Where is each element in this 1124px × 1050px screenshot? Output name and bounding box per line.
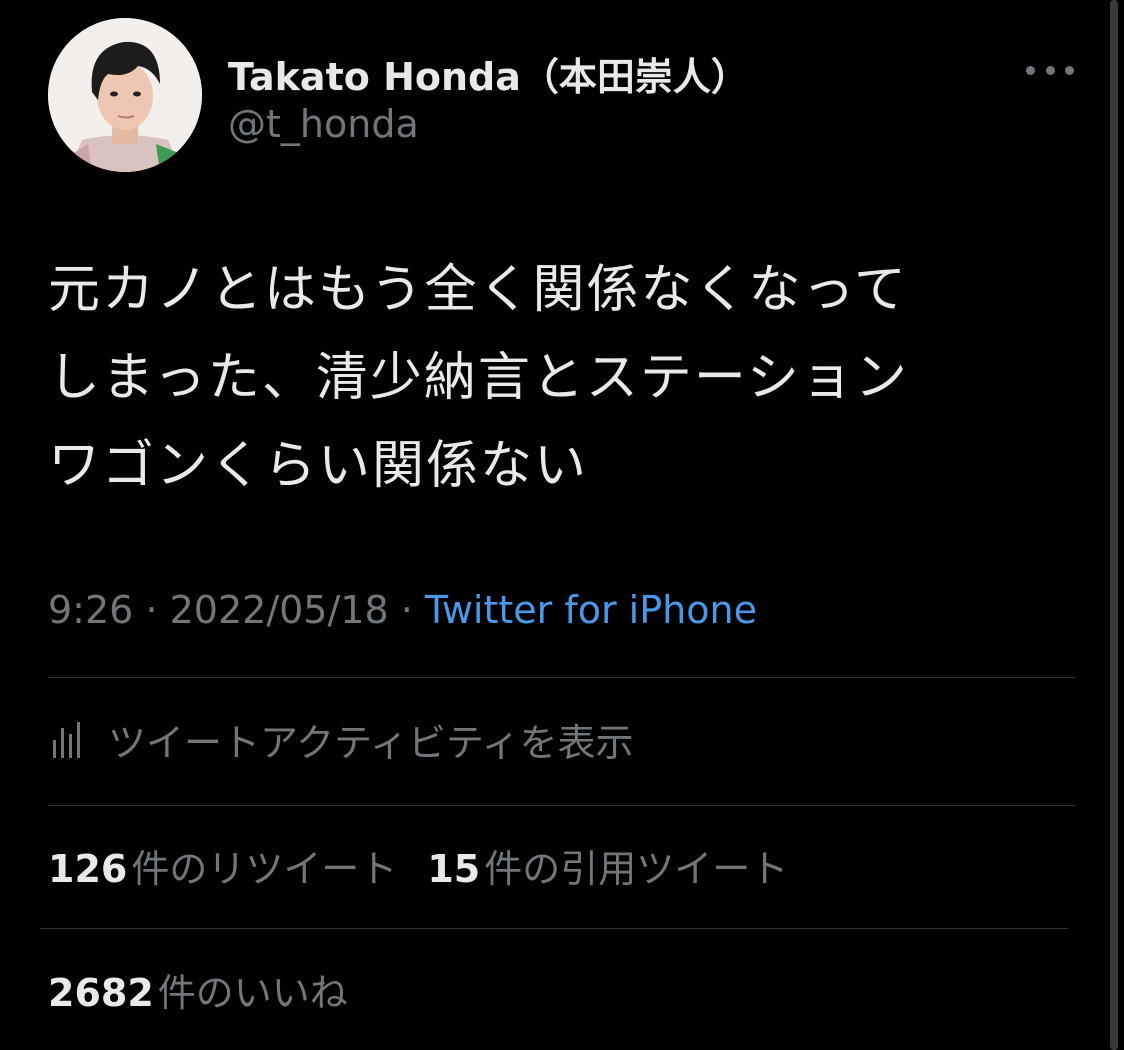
meta-separator: · [145, 588, 170, 632]
tweet-activity-button[interactable]: ツイートアクティビティを表示 [52, 712, 634, 766]
display-name[interactable]: Takato Honda（本田崇人） [228, 46, 749, 101]
more-dot-icon [1026, 65, 1035, 75]
retweets-count: 126 [48, 847, 128, 891]
tweet-meta: 9:26 · 2022/05/18 · Twitter for iPhone [48, 588, 757, 632]
scroll-indicator[interactable] [1110, 0, 1118, 1050]
tweet-header: Takato Honda（本田崇人） @t_honda [48, 18, 1088, 174]
tweet-text-line: しまった、清少納言とステーション [48, 348, 909, 408]
likes-label: 件のいいね [157, 971, 348, 1015]
tweet-text-line: ワゴンくらい関係ない [48, 436, 589, 496]
more-dot-icon [1045, 65, 1055, 75]
divider [48, 805, 1076, 806]
divider [48, 677, 1076, 678]
user-handle[interactable]: @t_honda [228, 102, 419, 146]
more-dot-icon [1065, 65, 1074, 75]
retweets-label: 件のリツイート [131, 847, 398, 891]
bar-chart-icon [53, 722, 80, 758]
more-options-button[interactable] [1026, 56, 1074, 84]
avatar-photo-icon [48, 18, 202, 172]
tweet-time: 9:26 [48, 588, 134, 632]
avatar[interactable] [48, 18, 202, 172]
quotes-stat[interactable]: 15 件の引用ツイート [427, 838, 788, 893]
likes-stat[interactable]: 2682 件のいいね [48, 962, 378, 1017]
divider [40, 928, 1068, 929]
meta-separator: · [400, 588, 425, 632]
engagement-stats: 126 件のリツイート 15 件の引用ツイート [48, 838, 818, 893]
likes-count: 2682 [48, 971, 154, 1015]
tweet-source-link[interactable]: Twitter for iPhone [425, 588, 757, 632]
tweet-date: 2022/05/18 [169, 588, 389, 632]
tweet-activity-label: ツイートアクティビティを表示 [108, 720, 634, 765]
retweets-stat[interactable]: 126 件のリツイート [48, 838, 397, 893]
tweet-text-line: 元カノとはもう全く関係なくなって [48, 260, 908, 320]
tweet-text: 元カノとはもう全く関係なくなって しまった、清少納言とステーション ワゴンくらい… [48, 246, 1058, 510]
quotes-label: 件の引用ツイート [484, 847, 789, 891]
quotes-count: 15 [427, 847, 481, 891]
